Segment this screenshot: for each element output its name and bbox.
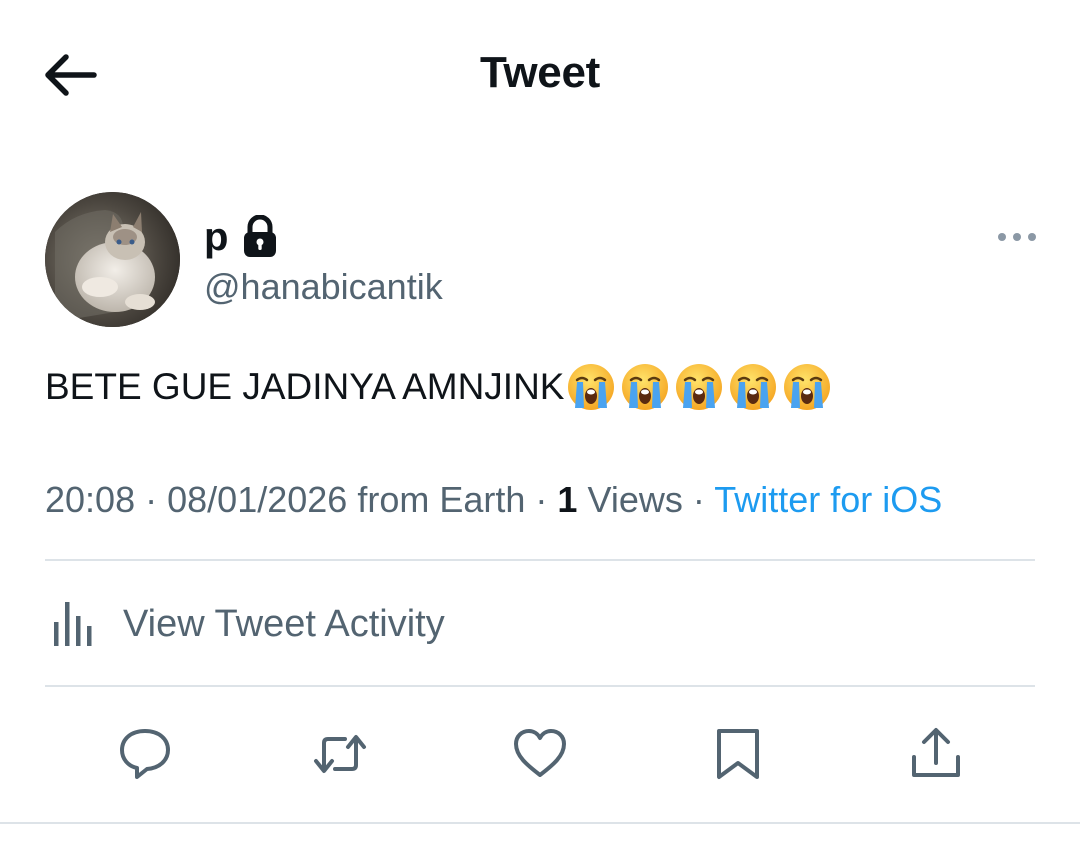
retweet-icon <box>314 735 366 773</box>
top-bar: Tweet <box>0 0 1080 150</box>
share-button[interactable] <box>904 722 968 786</box>
tweet-detail-screen: Tweet p @hanabicantik BETE GUE JADINYA A… <box>0 0 1080 846</box>
reply-button[interactable] <box>113 722 177 786</box>
tweet-source-link[interactable]: Twitter for iOS <box>714 479 942 520</box>
name-row: p <box>204 210 443 264</box>
tweet-body: BETE GUE JADINYA AMNJINK <box>45 366 565 407</box>
retweet-button[interactable] <box>308 722 372 786</box>
tweet-date: 08/01/2026 <box>167 479 348 520</box>
tweet-meta: 20:08 · 08/01/2026 from Earth · 1 Views … <box>45 476 942 524</box>
lock-icon <box>244 215 277 257</box>
author-info: p @hanabicantik <box>204 210 443 308</box>
reply-icon <box>120 729 170 779</box>
bookmark-icon <box>717 729 759 779</box>
activity-label: View Tweet Activity <box>123 602 445 645</box>
tweet-time: 20:08 <box>45 479 136 520</box>
views-count: 1 <box>557 479 578 520</box>
loudly-crying-face-icon <box>730 364 777 410</box>
loudly-crying-face-icon <box>622 364 669 410</box>
loudly-crying-face-icon <box>676 364 723 410</box>
view-tweet-activity-button[interactable]: View Tweet Activity <box>45 594 445 654</box>
more-options-button[interactable] <box>996 222 1038 252</box>
tweet-location: from Earth <box>357 479 526 520</box>
share-icon <box>912 728 960 777</box>
bookmark-button[interactable] <box>706 722 770 786</box>
loudly-crying-face-icon <box>784 364 831 410</box>
avatar-image <box>45 192 180 327</box>
meta-separator: · <box>692 479 705 520</box>
tweet-text: BETE GUE JADINYA AMNJINK <box>45 360 836 414</box>
loudly-crying-face-icon <box>568 364 615 410</box>
meta-separator: · <box>145 479 158 520</box>
divider <box>45 685 1035 687</box>
like-button[interactable] <box>508 722 572 786</box>
bar-chart-icon <box>54 602 92 646</box>
more-horizontal-icon <box>998 233 1036 241</box>
avatar[interactable] <box>45 192 180 327</box>
views-label: Views <box>587 479 683 520</box>
page-title: Tweet <box>480 48 600 97</box>
display-name[interactable]: p <box>204 210 228 264</box>
user-handle[interactable]: @hanabicantik <box>204 266 443 308</box>
emoji-row <box>566 362 836 412</box>
meta-separator: · <box>535 479 548 520</box>
divider <box>45 559 1035 561</box>
bottom-divider <box>0 822 1080 824</box>
heart-icon <box>514 729 566 777</box>
